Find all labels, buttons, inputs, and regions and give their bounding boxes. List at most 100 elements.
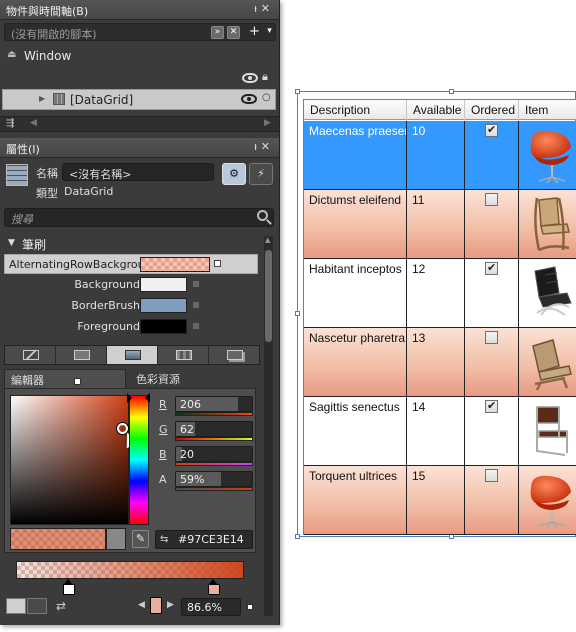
table-row[interactable]: Maecenas praesent 10 [304,121,576,190]
brush-swatch[interactable] [140,298,187,313]
script-scope-box[interactable]: (沒有開啟的腳本) » ✕ + ▾ [4,23,276,41]
property-search-input[interactable]: 搜尋 [4,208,274,227]
brush-resources-button[interactable] [209,346,260,364]
blue-input[interactable]: 20 [175,446,253,462]
cell-available[interactable]: 14 [407,397,465,466]
events-view-button[interactable]: ⚡ [249,163,273,185]
reverse-gradient-icon[interactable]: ⇄ [56,599,66,613]
ordered-checkbox[interactable] [485,261,498,275]
brush-swatch[interactable] [140,319,187,334]
brush-row-foreground[interactable]: Foreground [4,317,258,337]
advanced-options-icon[interactable] [247,604,253,610]
ordered-checkbox[interactable] [485,331,498,344]
table-row[interactable]: Sagittis senectus 14 [304,397,576,466]
datagrid[interactable]: Description Available Ordered Item Maece… [303,99,576,535]
tab-editor[interactable]: 編輯器 [4,369,126,388]
no-brush-button[interactable] [5,346,56,364]
table-row[interactable]: Nascetur pharetra 13 [304,328,576,397]
scroll-left-icon[interactable]: ◀ [30,118,37,128]
table-row[interactable]: Dictumst eleifend 11 [304,190,576,259]
ordered-checkbox[interactable] [485,399,498,413]
hex-color-input[interactable]: ⇆ #97CE3E14 [155,530,253,549]
radial-gradient-button[interactable] [27,598,47,614]
scroll-right-icon[interactable]: ▶ [264,118,271,128]
saturation-value-field[interactable] [10,395,140,525]
brush-row-borderbrush[interactable]: BorderBrush [4,296,258,316]
brush-swatch[interactable] [140,277,187,292]
scrollbar-thumb[interactable] [265,250,272,342]
cell-available[interactable]: 13 [407,328,465,397]
tab-color-resources[interactable]: 色彩資源 [130,369,186,388]
tree-item-datagrid[interactable]: ▶ [DataGrid] ○ [2,89,276,110]
brush-row-background[interactable]: Background [4,275,258,295]
close-scope-icon[interactable]: ✕ [227,26,240,39]
cell-description[interactable]: Maecenas praesent [304,121,407,190]
resize-handle[interactable] [295,89,300,94]
advanced-options-icon[interactable] [74,377,81,385]
cell-available[interactable]: 11 [407,190,465,259]
linear-gradient-button[interactable] [6,598,26,614]
gradient-bar[interactable] [16,561,244,579]
column-header-ordered[interactable]: Ordered [465,100,519,120]
tree-item-window[interactable]: ⏏ Window [0,46,279,66]
advanced-options-icon[interactable] [193,323,199,329]
resize-handle[interactable] [295,311,300,316]
advanced-options-icon[interactable] [214,260,221,267]
cell-description[interactable]: Dictumst eleifend [304,190,407,259]
tile-brush-button[interactable] [158,346,209,364]
red-input[interactable]: 206 [175,396,253,412]
cell-description[interactable]: Torquent ultrices [304,466,407,535]
color-format-toggle-icon[interactable]: ⇆ [160,534,168,545]
table-row[interactable]: Torquent ultrices 15 [304,466,576,535]
eye-icon[interactable] [242,73,258,83]
hue-slider-handle-left[interactable] [127,393,132,403]
close-icon[interactable]: ✕ [261,140,274,153]
eyedropper-icon[interactable]: ✎ [132,530,149,548]
lock-icon[interactable]: 🔒︎ [262,70,268,84]
name-field[interactable]: <沒有名稱> [62,163,214,181]
hue-slider-handle-right[interactable] [145,393,150,403]
resize-handle[interactable] [295,534,300,539]
scroll-up-icon[interactable]: ▲ [265,236,270,244]
brush-row-alternatingrowbackground[interactable]: AlternatingRowBackground [4,254,258,274]
ordered-checkbox[interactable] [485,193,498,206]
advanced-options-icon[interactable] [193,281,199,287]
properties-scrollbar[interactable]: ▲ [264,236,273,616]
cell-available[interactable]: 15 [407,466,465,535]
cell-available[interactable]: 10 [407,121,465,190]
gradient-stop-left[interactable] [63,579,75,595]
eye-icon[interactable] [241,94,257,104]
gradient-stop-offset-input[interactable]: 86.6% [181,598,241,616]
collapse-arrow-icon[interactable]: ⏏ [7,49,16,60]
close-icon[interactable]: ✕ [261,2,274,15]
add-icon[interactable]: + [248,25,261,39]
solid-brush-button[interactable] [56,346,107,364]
cell-description[interactable]: Habitant inceptos [304,259,407,328]
resize-handle[interactable] [449,89,454,94]
cell-description[interactable]: Sagittis senectus [304,397,407,466]
properties-view-button[interactable]: ⚙ [222,163,246,185]
green-input[interactable]: 62 [175,421,253,437]
expand-triangle-icon[interactable]: ▼ [8,238,15,248]
advanced-options-icon[interactable] [193,302,199,308]
ordered-checkbox[interactable] [485,469,498,482]
alpha-input[interactable]: 59% [175,471,253,487]
table-row[interactable]: Habitant inceptos 12 [304,259,576,328]
cell-available[interactable]: 12 [407,259,465,328]
brush-section-header[interactable]: ▼ 筆刷 [0,234,262,252]
gradient-brush-button[interactable] [107,346,158,364]
column-header-description[interactable]: Description [304,100,407,120]
column-header-item[interactable]: Item [519,100,576,120]
collapse-icon[interactable]: » [211,26,224,39]
ordered-checkbox[interactable] [485,123,498,137]
next-stop-icon[interactable]: ▶ [167,600,174,610]
view-options-icon[interactable]: ⇶ [6,118,14,129]
previous-stop-icon[interactable]: ◀ [138,600,145,610]
cell-description[interactable]: Nascetur pharetra [304,328,407,397]
brush-swatch[interactable] [140,257,210,272]
expand-arrow-icon[interactable]: ▶ [39,94,45,103]
lock-dot-icon[interactable]: ○ [262,92,271,103]
hue-slider[interactable] [129,395,149,525]
column-header-available[interactable]: Available [407,100,465,120]
dropdown-icon[interactable]: ▾ [263,26,276,39]
